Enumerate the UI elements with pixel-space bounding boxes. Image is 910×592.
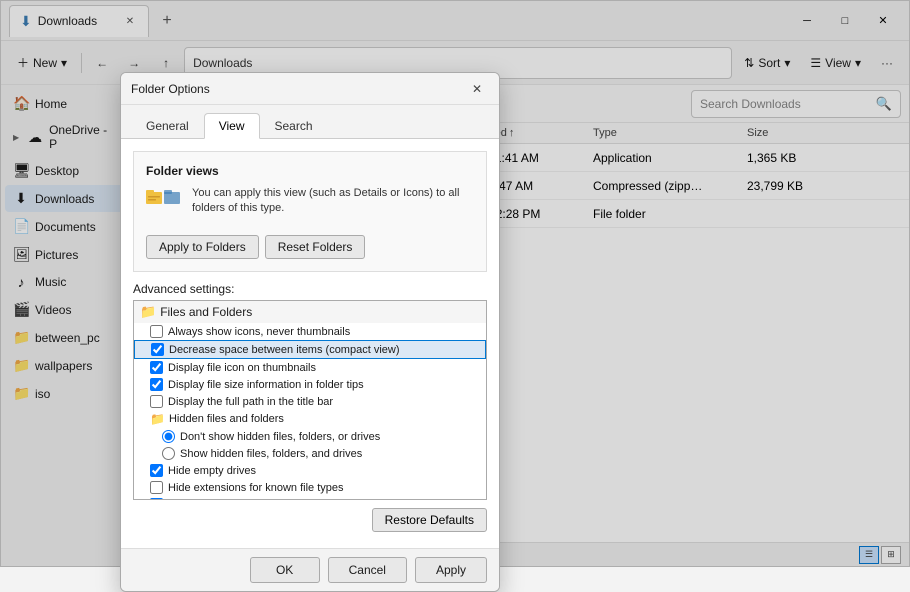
folder-views-buttons: Apply to Folders Reset Folders: [146, 235, 474, 259]
setting-hide-empty-drives-checkbox[interactable]: [150, 464, 163, 477]
folder-views-title: Folder views: [146, 164, 474, 178]
folder-views-description: You can apply this view (such as Details…: [192, 186, 474, 217]
setting-display-full-path-checkbox[interactable]: [150, 395, 163, 408]
setting-display-file-icon-checkbox[interactable]: [150, 361, 163, 374]
folder-views-section: Folder views You can apply this view (su…: [133, 151, 487, 272]
hidden-files-icon: 📁: [150, 412, 165, 426]
setting-display-file-size-label: Display file size information in folder …: [168, 379, 364, 391]
setting-decrease-space[interactable]: Decrease space between items (compact vi…: [134, 340, 486, 359]
setting-display-full-path[interactable]: Display the full path in the title bar: [134, 393, 486, 410]
settings-list[interactable]: 📁 Files and Folders Always show icons, n…: [133, 300, 487, 500]
folder-views-row: You can apply this view (such as Details…: [146, 186, 474, 225]
setting-display-file-icon-label: Display file icon on thumbnails: [168, 362, 316, 374]
reset-folders-button[interactable]: Reset Folders: [265, 235, 366, 259]
dialog-close-button[interactable]: ✕: [465, 77, 489, 101]
setting-dont-show-hidden-radio[interactable]: [162, 430, 175, 443]
setting-hide-empty-drives[interactable]: Hide empty drives: [134, 462, 486, 479]
setting-always-show-icons-checkbox[interactable]: [150, 325, 163, 338]
setting-show-hidden-radio[interactable]: [162, 447, 175, 460]
dialog-title: Folder Options: [131, 82, 465, 96]
setting-display-file-icon[interactable]: Display file icon on thumbnails: [134, 359, 486, 376]
dialog-tabs: General View Search: [121, 105, 499, 139]
cancel-button[interactable]: Cancel: [328, 557, 407, 583]
setting-display-file-size-checkbox[interactable]: [150, 378, 163, 391]
setting-display-full-path-label: Display the full path in the title bar: [168, 396, 333, 408]
setting-hide-extensions-checkbox[interactable]: [150, 481, 163, 494]
modal-overlay: Folder Options ✕ General View Search Fol…: [0, 0, 910, 567]
folder-views-icon: [146, 186, 182, 225]
dialog-footer: OK Cancel Apply: [121, 548, 499, 591]
setting-hide-extensions-label: Hide extensions for known file types: [168, 482, 343, 494]
setting-show-hidden-label: Show hidden files, folders, and drives: [180, 448, 362, 460]
tab-general[interactable]: General: [131, 113, 204, 139]
apply-to-folders-button[interactable]: Apply to Folders: [146, 235, 259, 259]
hidden-files-subgroup-header: 📁 Hidden files and folders: [134, 410, 486, 428]
files-folders-icon: 📁: [140, 304, 156, 320]
hidden-files-label: Hidden files and folders: [169, 413, 284, 425]
restore-defaults-button[interactable]: Restore Defaults: [372, 508, 487, 532]
files-folders-group-header: 📁 Files and Folders: [134, 301, 486, 323]
setting-decrease-space-label: Decrease space between items (compact vi…: [169, 344, 399, 356]
files-folders-label: Files and Folders: [160, 305, 252, 319]
restore-btn-row: Restore Defaults: [133, 500, 487, 536]
setting-display-file-size[interactable]: Display file size information in folder …: [134, 376, 486, 393]
dialog-title-bar: Folder Options ✕: [121, 73, 499, 105]
setting-dont-show-hidden[interactable]: Don't show hidden files, folders, or dri…: [134, 428, 486, 445]
setting-always-show-icons-label: Always show icons, never thumbnails: [168, 326, 350, 338]
ok-button[interactable]: OK: [250, 557, 320, 583]
setting-hide-empty-drives-label: Hide empty drives: [168, 465, 256, 477]
advanced-settings-label: Advanced settings:: [133, 282, 487, 296]
setting-hide-extensions[interactable]: Hide extensions for known file types: [134, 479, 486, 496]
dialog-content: Folder views You can apply this view (su…: [121, 139, 499, 548]
apply-button[interactable]: Apply: [415, 557, 487, 583]
tab-search[interactable]: Search: [260, 113, 328, 139]
setting-dont-show-hidden-label: Don't show hidden files, folders, or dri…: [180, 431, 380, 443]
setting-show-hidden[interactable]: Show hidden files, folders, and drives: [134, 445, 486, 462]
tab-view[interactable]: View: [204, 113, 260, 139]
folder-options-dialog: Folder Options ✕ General View Search Fol…: [120, 72, 500, 592]
setting-decrease-space-checkbox[interactable]: [151, 343, 164, 356]
setting-always-show-icons[interactable]: Always show icons, never thumbnails: [134, 323, 486, 340]
